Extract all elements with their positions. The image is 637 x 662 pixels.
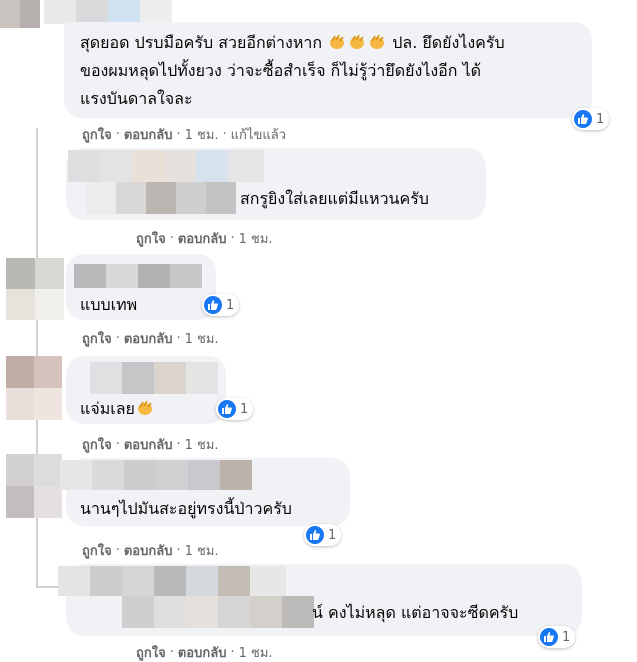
clapping-hands-icon — [348, 33, 366, 51]
commenter-name-blurred[interactable] — [60, 460, 252, 490]
edited-label[interactable]: แก้ไขแล้ว — [231, 124, 286, 145]
separator-dot: · — [115, 331, 120, 346]
comment-text: แจ่มเลย — [80, 396, 155, 421]
clapping-hands-icon — [328, 33, 346, 51]
reaction-badge[interactable]: 1 — [304, 524, 342, 546]
like-link[interactable]: ถูกใจ — [82, 540, 112, 561]
reply-link[interactable]: ตอบกลับ — [124, 540, 173, 561]
separator-dot: · — [176, 437, 181, 452]
separator-dot: · — [115, 127, 120, 142]
avatar[interactable] — [6, 356, 62, 420]
comment-text-suffix: ปล. ยึดยังไงครับ — [392, 33, 505, 52]
comment-text: นานๆไปมันสะอยู่ทรงนี้ป่าวครับ — [80, 499, 292, 518]
avatar[interactable] — [6, 258, 64, 320]
comment-timestamp[interactable]: 1 ชม. — [185, 328, 219, 349]
commenter-name-blurred[interactable] — [122, 596, 314, 628]
comment-timestamp[interactable]: 1 ชม. — [239, 642, 273, 662]
avatar[interactable] — [6, 454, 62, 518]
commenter-name-blurred[interactable] — [68, 150, 264, 182]
clapping-hands-icon — [136, 399, 154, 417]
like-link[interactable]: ถูกใจ — [82, 434, 112, 455]
separator-dot: · — [115, 437, 120, 452]
thumbs-up-icon — [218, 400, 236, 418]
like-link[interactable]: ถูกใจ — [82, 328, 112, 349]
comment-text: สกรูยิงใส่เลยแต่มีแหวนครับ — [240, 189, 429, 208]
avatar[interactable] — [0, 0, 40, 28]
reaction-count: 1 — [596, 111, 605, 127]
thumbs-up-icon — [204, 296, 222, 314]
comment-text-content: แจ่มเลย — [80, 399, 135, 418]
reaction-badge[interactable]: 1 — [216, 398, 254, 420]
reply-link[interactable]: ตอบกลับ — [178, 642, 227, 662]
reaction-badge[interactable]: 1 — [202, 294, 240, 316]
separator-dot: · — [169, 231, 174, 246]
separator-dot: · — [230, 645, 235, 660]
reaction-badge[interactable]: 1 — [538, 626, 576, 648]
commenter-name-blurred[interactable] — [86, 182, 236, 214]
reaction-count: 1 — [562, 629, 571, 645]
thumbs-up-icon — [306, 526, 324, 544]
comment-text: แบบเทพ — [80, 295, 138, 314]
clapping-hands-icon — [368, 33, 386, 51]
like-link[interactable]: ถูกใจ — [136, 228, 166, 249]
comment-timestamp[interactable]: 1 ชม. — [185, 540, 219, 561]
thumbs-up-icon — [574, 110, 592, 128]
separator-dot: · — [115, 543, 120, 558]
commenter-name-blurred[interactable] — [90, 362, 218, 394]
separator-dot: · — [169, 645, 174, 660]
reply-link[interactable]: ตอบกลับ — [124, 434, 173, 455]
separator-dot: · — [222, 127, 227, 142]
comment-timestamp[interactable]: 1 ชม. — [185, 124, 219, 145]
comment-text: น์ คงไม่หลุด แต่อาจจะซีดครับ — [312, 603, 519, 622]
comment-text-line: ของผมหลุดไปทั้งยวง ว่าจะซื้อสำเร็จ ก็ไม่… — [80, 61, 481, 80]
commenter-name-blurred[interactable] — [58, 566, 286, 596]
separator-dot: · — [176, 127, 181, 142]
comment-timestamp[interactable]: 1 ชม. — [239, 228, 273, 249]
reply-link[interactable]: ตอบกลับ — [178, 228, 227, 249]
reply-link[interactable]: ตอบกลับ — [124, 328, 173, 349]
reaction-count: 1 — [240, 401, 249, 417]
comment-text-line: สุดยอด ปรบมือครับ สวยอีกต่างหาก — [80, 33, 323, 52]
comment-timestamp[interactable]: 1 ชม. — [185, 434, 219, 455]
like-link[interactable]: ถูกใจ — [136, 642, 166, 662]
comment-text-line: แรงบันดาลใจละ — [80, 89, 193, 108]
separator-dot: · — [176, 543, 181, 558]
reaction-count: 1 — [226, 297, 235, 313]
comment-text: สุดยอด ปรบมือครับ สวยอีกต่างหาก ปล. ยึดย… — [80, 30, 505, 55]
thumbs-up-icon — [540, 628, 558, 646]
reaction-badge[interactable]: 1 — [572, 108, 610, 130]
reaction-count: 1 — [328, 527, 337, 543]
separator-dot: · — [176, 331, 181, 346]
like-link[interactable]: ถูกใจ — [82, 124, 112, 145]
commenter-name-blurred[interactable] — [74, 264, 202, 288]
reply-link[interactable]: ตอบกลับ — [124, 124, 173, 145]
separator-dot: · — [230, 231, 235, 246]
commenter-name-blurred[interactable] — [44, 0, 172, 24]
